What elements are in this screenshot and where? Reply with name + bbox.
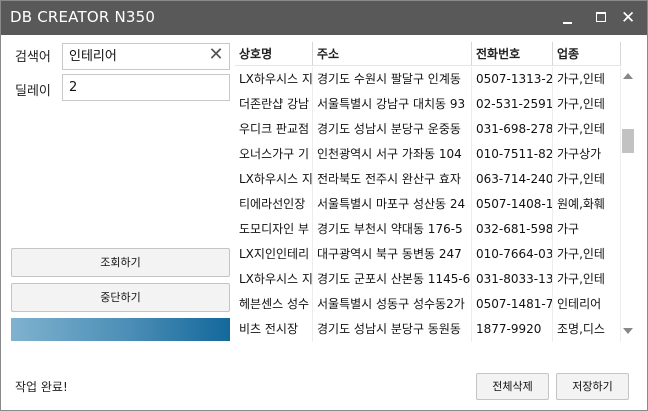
delay-input[interactable]: 2 [62, 74, 230, 101]
cell-phone: 032-681-5989 [472, 217, 553, 242]
cell-phone: 063-714-2402 [472, 167, 553, 192]
cell-category: 가구상가 [553, 142, 621, 167]
cell-category: 인테리어 [553, 292, 621, 317]
title-bar[interactable]: DB CREATOR N350 ✕ [1, 1, 647, 35]
cell-category: 가구 [553, 217, 621, 242]
cell-address: 대구광역시 북구 동변동 247 [313, 242, 472, 267]
cell-name: LX하우시스 지 [235, 167, 313, 192]
close-icon: ✕ [621, 8, 636, 28]
clear-search-icon[interactable]: ✕ [206, 44, 226, 66]
cell-address: 경기도 성남시 분당구 운중동 [313, 117, 472, 142]
table-row[interactable]: 우디크 판교점 경기도 성남시 분당구 운중동 031-698-2788 가구,… [235, 117, 621, 142]
table-row[interactable]: LX지인인테리 대구광역시 북구 동변동 247 010-7664-031 가구… [235, 242, 621, 267]
close-button[interactable]: ✕ [613, 1, 647, 35]
cell-phone: 031-8033-134 [472, 267, 553, 292]
table-row[interactable]: 티에라선인장 서울특별시 마포구 성산동 24 0507-1408-11 원예,… [235, 192, 621, 217]
stop-button[interactable]: 중단하기 [11, 283, 230, 312]
cell-address: 경기도 수원시 팔달구 인계동 [313, 67, 472, 92]
maximize-icon [596, 12, 606, 22]
table-row[interactable]: LX하우시스 지 경기도 군포시 산본동 1145-6 031-8033-134… [235, 267, 621, 292]
cell-category: 가구,인테 [553, 117, 621, 142]
cell-address: 경기도 성남시 분당구 동원동 [313, 317, 472, 342]
cell-address: 서울특별시 성동구 성수동2가 [313, 292, 472, 317]
cell-address: 인천광역시 서구 가좌동 104 [313, 142, 472, 167]
column-header-address[interactable]: 주소 [313, 42, 472, 66]
cell-category: 가구,인테 [553, 242, 621, 267]
cell-address: 경기도 부천시 약대동 176-5 [313, 217, 472, 242]
table-scrollbar[interactable] [621, 65, 635, 345]
status-text: 작업 완료! [15, 380, 68, 394]
cell-name: 더존란샵 강남 [235, 92, 313, 117]
cell-address: 경기도 군포시 산본동 1145-6 [313, 267, 472, 292]
cell-name: 도모디자인 부 [235, 217, 313, 242]
cell-phone: 010-7511-824 [472, 142, 553, 167]
cell-address: 전라북도 전주시 완산구 효자 [313, 167, 472, 192]
column-header-phone[interactable]: 전화번호 [472, 42, 553, 66]
delete-all-button[interactable]: 전체삭제 [476, 373, 549, 400]
app-window: DB CREATOR N350 ✕ 검색어 인테리어 ✕ 딜레이 2 조회하기 … [0, 0, 648, 411]
progress-bar [11, 318, 230, 341]
table-row[interactable]: 도모디자인 부 경기도 부천시 약대동 176-5 032-681-5989 가… [235, 217, 621, 242]
cell-name: 오너스가구 기 [235, 142, 313, 167]
cell-phone: 02-531-2591 [472, 92, 553, 117]
scroll-thumb[interactable] [622, 129, 634, 153]
window-title: DB CREATOR N350 [10, 8, 156, 26]
cell-name: LX하우시스 지 [235, 267, 313, 292]
cell-address: 서울특별시 마포구 성산동 24 [313, 192, 472, 217]
cell-phone: 0507-1408-11 [472, 192, 553, 217]
cell-name: LX하우시스 지 [235, 67, 313, 92]
cell-category: 조명,디스 [553, 317, 621, 342]
cell-phone: 1877-9920 [472, 317, 553, 342]
cell-name: 비츠 전시장 [235, 317, 313, 342]
table-row[interactable]: 헤븐센스 성수 서울특별시 성동구 성수동2가 0507-1481-77 인테리… [235, 292, 621, 317]
delay-input-value: 2 [69, 80, 78, 95]
results-table[interactable]: 상호명 주소 전화번호 업종 LX하우시스 지 경기도 수원시 팔달구 인계동 … [235, 42, 621, 345]
scroll-down-icon[interactable] [623, 328, 633, 334]
cell-address: 서울특별시 강남구 대치동 93 [313, 92, 472, 117]
table-row[interactable]: 더존란샵 강남 서울특별시 강남구 대치동 93 02-531-2591 가구,… [235, 92, 621, 117]
table-row[interactable]: 오너스가구 기 인천광역시 서구 가좌동 104 010-7511-824 가구… [235, 142, 621, 167]
cell-phone: 031-698-2788 [472, 117, 553, 142]
cell-category: 가구,인테 [553, 267, 621, 292]
cell-phone: 010-7664-031 [472, 242, 553, 267]
table-row[interactable]: 비츠 전시장 경기도 성남시 분당구 동원동 1877-9920 조명,디스 [235, 317, 621, 342]
search-input[interactable]: 인테리어 [62, 43, 230, 70]
column-header-name[interactable]: 상호명 [235, 42, 313, 66]
minimize-button[interactable] [551, 1, 585, 35]
save-button[interactable]: 저장하기 [556, 373, 629, 400]
minimize-icon [563, 22, 572, 24]
cell-category: 가구,인테 [553, 167, 621, 192]
table-row[interactable]: LX하우시스 지 전라북도 전주시 완산구 효자 063-714-2402 가구… [235, 167, 621, 192]
search-button[interactable]: 조회하기 [11, 248, 230, 277]
cell-phone: 0507-1313-27 [472, 67, 553, 92]
cell-name: 헤븐센스 성수 [235, 292, 313, 317]
scroll-up-icon[interactable] [623, 73, 633, 79]
cell-name: LX지인인테리 [235, 242, 313, 267]
delay-label: 딜레이 [15, 84, 51, 99]
search-label: 검색어 [15, 50, 51, 65]
search-input-value: 인테리어 [69, 49, 117, 64]
cell-category: 가구,인테 [553, 67, 621, 92]
column-header-category[interactable]: 업종 [553, 42, 621, 66]
cell-category: 원예,화훼 [553, 192, 621, 217]
table-row[interactable]: LX하우시스 지 경기도 수원시 팔달구 인계동 0507-1313-27 가구… [235, 67, 621, 92]
cell-category: 가구,인테 [553, 92, 621, 117]
cell-name: 우디크 판교점 [235, 117, 313, 142]
cell-phone: 0507-1481-77 [472, 292, 553, 317]
cell-name: 티에라선인장 [235, 192, 313, 217]
